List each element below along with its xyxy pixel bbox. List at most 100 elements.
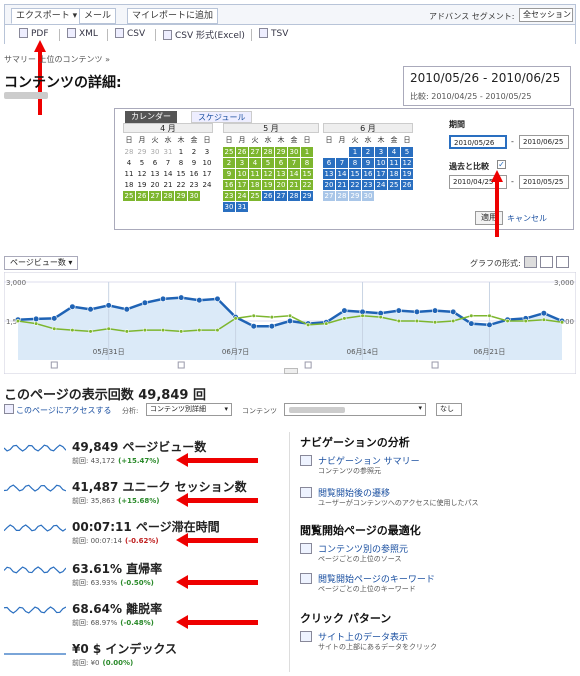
calendar-day[interactable]: 19	[136, 180, 148, 190]
tab-calendar[interactable]: カレンダー	[125, 111, 177, 123]
date-range-selector[interactable]: 2010/05/26 - 2010/06/25 比較: 2010/04/25 -…	[403, 66, 571, 106]
calendar-day[interactable]: 30	[288, 147, 300, 157]
calendar-day[interactable]: 12	[262, 169, 274, 179]
calendar-day[interactable]: 14	[288, 169, 300, 179]
calendar-day[interactable]: 12	[401, 158, 413, 168]
calendar-day[interactable]: 19	[401, 169, 413, 179]
calendar-day[interactable]: 1	[349, 147, 361, 157]
calendar-day[interactable]: 11	[388, 158, 400, 168]
chart-resize-handle[interactable]	[284, 368, 298, 374]
calendar-day[interactable]: 25	[223, 147, 235, 157]
calendar-day[interactable]: 25	[249, 191, 261, 201]
export-csv-excel[interactable]: CSV 形式(Excel)	[163, 28, 245, 41]
content-select[interactable]: ▾	[284, 403, 426, 416]
nav-summary-link[interactable]: ナビゲーション サマリー コンテンツの参照元	[300, 454, 570, 478]
calendar-day[interactable]: 22	[301, 180, 313, 190]
cancel-link[interactable]: キャンセル	[507, 213, 547, 224]
calendar-day[interactable]: 28	[288, 191, 300, 201]
calendar-day[interactable]: 4	[123, 158, 135, 168]
calendar-day[interactable]: 20	[275, 180, 287, 190]
period-start-input[interactable]: 2010/05/26	[449, 135, 507, 149]
landing-keywords-link[interactable]: 閲覧開始ページのキーワード ページごとの上位のキーワード	[300, 572, 570, 596]
bar-graph-icon[interactable]	[540, 256, 553, 268]
calendar-day[interactable]: 27	[149, 191, 161, 201]
calendar-day[interactable]: 29	[175, 191, 187, 201]
calendar-day[interactable]: 16	[188, 169, 200, 179]
tab-schedule[interactable]: スケジュール	[191, 111, 253, 123]
calendar-day[interactable]: 20	[323, 180, 335, 190]
calendar-day[interactable]: 21	[162, 180, 174, 190]
site-overlay-link[interactable]: サイト上のデータ表示 サイトの上部にあるデータをクリック	[300, 630, 570, 654]
calendar-day[interactable]: 17	[201, 169, 213, 179]
calendar-day[interactable]: 21	[288, 180, 300, 190]
calendar-day[interactable]: 9	[223, 169, 235, 179]
calendar-day[interactable]: 18	[388, 169, 400, 179]
email-tab[interactable]: メール	[79, 8, 117, 24]
export-csv[interactable]: CSV	[115, 28, 145, 39]
calendar-day[interactable]: 26	[262, 191, 274, 201]
entrance-paths-link[interactable]: 閲覧開始後の遷移 ユーザーがコンテンツへのアクセスに使用したパス	[300, 486, 570, 510]
calendar-day[interactable]: 20	[149, 180, 161, 190]
calendar-day[interactable]: 23	[188, 180, 200, 190]
calendar-day[interactable]: 23	[223, 191, 235, 201]
export-tsv[interactable]: TSV	[259, 28, 288, 39]
calendar-day[interactable]: 4	[249, 158, 261, 168]
calendar-day[interactable]: 12	[136, 169, 148, 179]
segment-select[interactable]: 全セッション	[519, 8, 573, 22]
calendar-day[interactable]: 7	[336, 158, 348, 168]
calendar-day[interactable]: 15	[301, 169, 313, 179]
export-pdf[interactable]: PDF	[19, 28, 49, 39]
calendar-day[interactable]: 31	[162, 147, 174, 157]
calendar-day[interactable]: 23	[362, 180, 374, 190]
calendar-day[interactable]: 2	[223, 158, 235, 168]
calendar-day[interactable]: 7	[288, 158, 300, 168]
calendar-day[interactable]: 7	[162, 158, 174, 168]
calendar-day[interactable]: 30	[223, 202, 235, 212]
calendar-day[interactable]: 8	[175, 158, 187, 168]
calendar-day[interactable]: 17	[236, 180, 248, 190]
calendar-day[interactable]: 2	[188, 147, 200, 157]
access-page-link[interactable]: このページにアクセスする	[16, 405, 111, 416]
calendar-day[interactable]: 3	[201, 147, 213, 157]
none-select[interactable]: なし	[436, 403, 462, 416]
table-graph-icon[interactable]	[556, 256, 569, 268]
compare-end-input[interactable]: 2010/05/25	[519, 175, 569, 189]
calendar-day[interactable]: 10	[375, 158, 387, 168]
calendar-day[interactable]: 25	[388, 180, 400, 190]
content-sources-link[interactable]: コンテンツ別の参照元 ページごとの上位のソース	[300, 542, 570, 566]
calendar-day[interactable]: 22	[349, 180, 361, 190]
calendar-day[interactable]: 5	[262, 158, 274, 168]
calendar-day[interactable]: 5	[401, 147, 413, 157]
calendar-day[interactable]: 5	[136, 158, 148, 168]
calendar-day[interactable]: 14	[336, 169, 348, 179]
analysis-select[interactable]: コンテンツ別詳細 ▾	[146, 403, 232, 416]
calendar-day[interactable]: 1	[175, 147, 187, 157]
calendar-day[interactable]: 6	[275, 158, 287, 168]
calendar-day[interactable]: 28	[123, 147, 135, 157]
calendar-day[interactable]: 26	[136, 191, 148, 201]
calendar-day[interactable]: 19	[262, 180, 274, 190]
calendar-day[interactable]: 22	[175, 180, 187, 190]
calendar-day[interactable]: 16	[362, 169, 374, 179]
calendar-day[interactable]: 24	[201, 180, 213, 190]
calendar-day[interactable]: 26	[236, 147, 248, 157]
export-xml[interactable]: XML	[67, 28, 98, 39]
period-end-input[interactable]: 2010/06/25	[519, 135, 569, 149]
calendar-day[interactable]: 31	[236, 202, 248, 212]
calendar-day[interactable]: 29	[301, 191, 313, 201]
calendar-day[interactable]: 15	[349, 169, 361, 179]
calendar-day[interactable]: 27	[275, 191, 287, 201]
calendar-day[interactable]: 18	[249, 180, 261, 190]
calendar-day[interactable]: 30	[149, 147, 161, 157]
calendar-day[interactable]: 8	[349, 158, 361, 168]
calendar-day[interactable]: 11	[249, 169, 261, 179]
calendar-day[interactable]: 18	[123, 180, 135, 190]
add-to-my-reports-tab[interactable]: マイレポートに追加	[127, 8, 219, 24]
calendar-day[interactable]: 10	[236, 169, 248, 179]
calendar-day[interactable]: 2	[362, 147, 374, 157]
calendar-day[interactable]: 14	[162, 169, 174, 179]
calendar-day[interactable]: 28	[262, 147, 274, 157]
calendar-day[interactable]: 27	[249, 147, 261, 157]
calendar-day[interactable]: 6	[323, 158, 335, 168]
chart-metric-select[interactable]: ページビュー数 ▾	[4, 256, 79, 270]
